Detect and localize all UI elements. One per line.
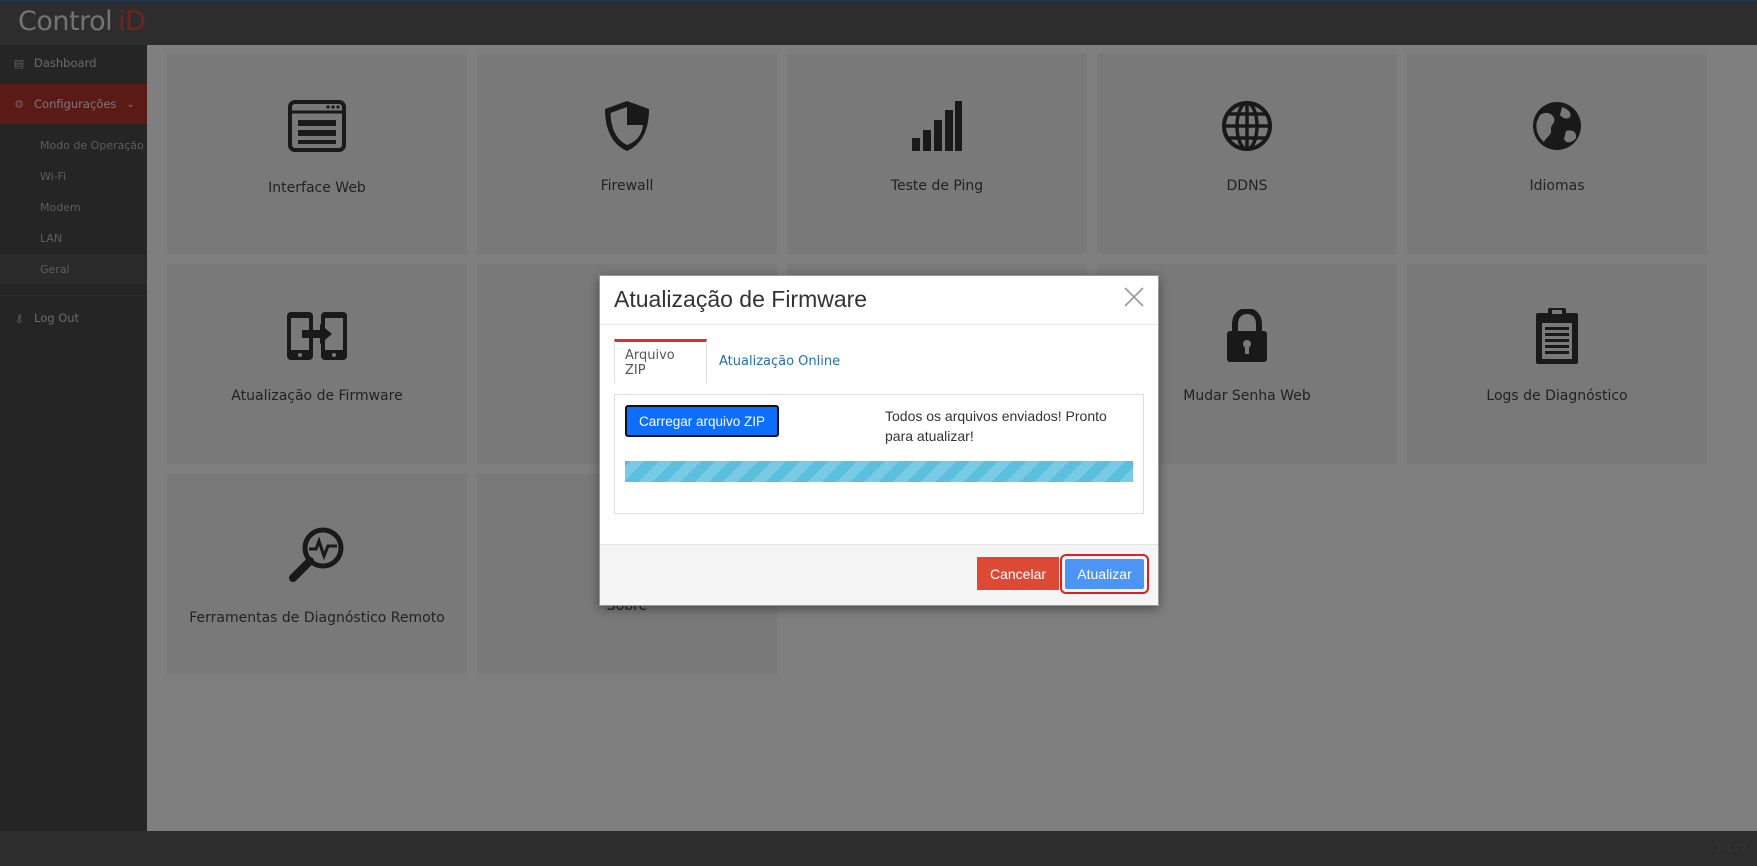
modal-header-divider bbox=[600, 324, 1158, 325]
modal-footer: Cancelar Atualizar bbox=[600, 544, 1158, 605]
tab-arquivo-zip[interactable]: Arquivo ZIP bbox=[614, 339, 707, 383]
close-icon[interactable] bbox=[1122, 285, 1146, 309]
upload-status-text: Todos os arquivos enviados! Pronto para … bbox=[885, 408, 1107, 444]
update-button[interactable]: Atualizar bbox=[1065, 559, 1144, 589]
modal-title: Atualização de Firmware bbox=[614, 286, 868, 312]
firmware-update-modal: Atualização de Firmware Arquivo ZIP Atua… bbox=[599, 275, 1159, 606]
upload-zip-button[interactable]: Carregar arquivo ZIP bbox=[625, 405, 779, 437]
update-button-focus-ring: Atualizar bbox=[1060, 554, 1149, 594]
tab-label: Arquivo ZIP bbox=[625, 347, 675, 378]
upload-progress-bar bbox=[625, 461, 1133, 482]
modal-tabs: Arquivo ZIP Atualização Online bbox=[614, 339, 1144, 383]
tab-label: Atualização Online bbox=[719, 353, 841, 369]
cancel-button[interactable]: Cancelar bbox=[977, 557, 1059, 590]
tab-panel-arquivo-zip: Carregar arquivo ZIP Todos os arquivos e… bbox=[614, 394, 1144, 514]
tab-atualizacao-online[interactable]: Atualização Online bbox=[709, 339, 850, 383]
